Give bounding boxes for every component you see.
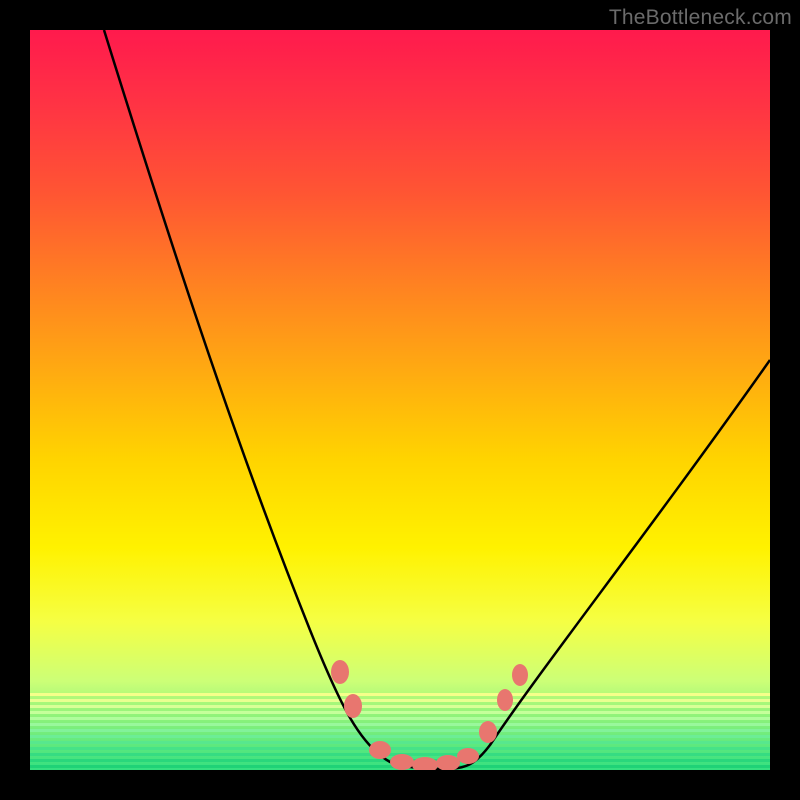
- plot-area: [30, 30, 770, 770]
- flat-marker-2: [390, 754, 414, 770]
- left-marker-2: [344, 694, 362, 718]
- flat-marker-4: [436, 755, 460, 770]
- marker-group: [331, 660, 528, 770]
- bottleneck-curve: [104, 30, 770, 769]
- chart-svg: [30, 30, 770, 770]
- right-marker-2: [497, 689, 513, 711]
- flat-marker-3: [412, 757, 438, 770]
- right-marker-3: [512, 664, 528, 686]
- right-marker-1: [479, 721, 497, 743]
- chart-frame: TheBottleneck.com: [0, 0, 800, 800]
- flat-marker-1: [369, 741, 391, 759]
- flat-marker-5: [457, 748, 479, 764]
- watermark-text: TheBottleneck.com: [609, 6, 792, 30]
- left-marker-1: [331, 660, 349, 684]
